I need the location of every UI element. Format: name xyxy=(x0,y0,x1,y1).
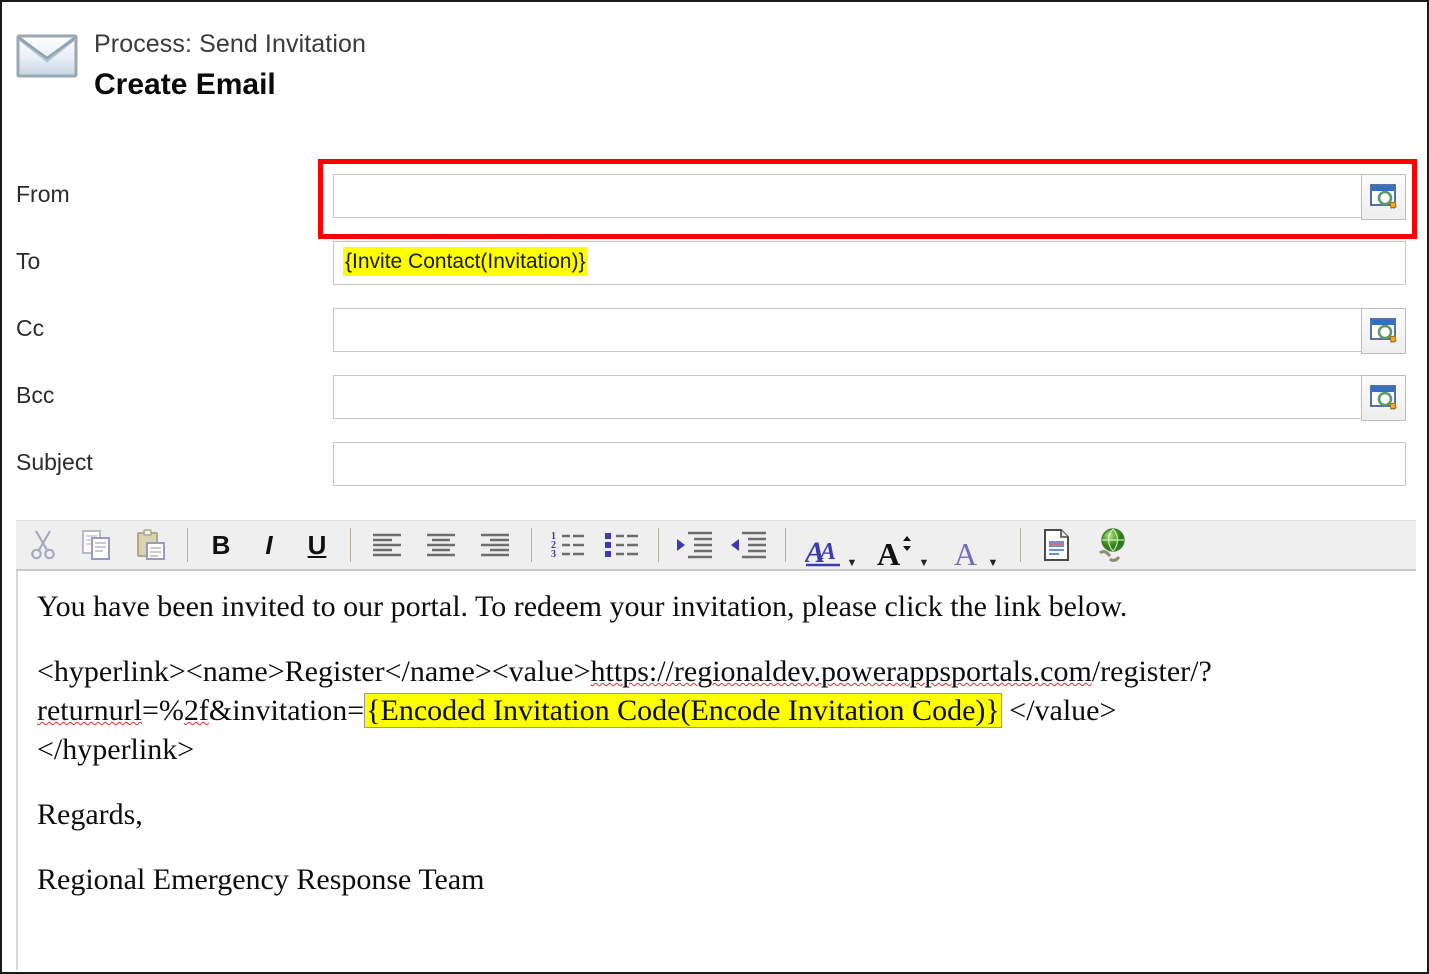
paste-icon[interactable] xyxy=(124,521,178,569)
decrease-indent-icon[interactable] xyxy=(722,521,776,569)
align-right-icon[interactable] xyxy=(468,521,522,569)
bcc-lookup-button[interactable] xyxy=(1361,375,1406,421)
source-view-icon[interactable] xyxy=(1030,521,1084,569)
cc-field[interactable] xyxy=(333,308,1406,354)
from-field[interactable] xyxy=(333,174,1406,220)
toolbar-separator xyxy=(1020,528,1021,562)
process-label: Process: Send Invitation xyxy=(94,30,366,58)
page-header: Process: Send Invitation Create Email xyxy=(2,20,366,102)
form-row-to: To {Invite Contact(Invitation)} xyxy=(2,226,1427,293)
underline-icon[interactable]: U xyxy=(293,521,341,569)
value-close-tag: </value> xyxy=(1009,694,1117,727)
bcc-field[interactable] xyxy=(333,375,1406,421)
bold-icon[interactable]: B xyxy=(197,521,245,569)
url-text-2: /register/? xyxy=(1091,655,1212,688)
font-color-icon[interactable]: A ▼ xyxy=(939,521,1011,569)
svg-text:3: 3 xyxy=(551,549,556,559)
label-bcc: Bcc xyxy=(16,382,55,408)
page-title: Create Email xyxy=(94,68,276,101)
toolbar-separator xyxy=(531,528,532,562)
toolbar-separator xyxy=(785,528,786,562)
toolbar-separator xyxy=(350,528,351,562)
toolbar-separator xyxy=(187,528,188,562)
toolbar-separator xyxy=(658,528,659,562)
svg-text:A: A xyxy=(818,539,836,565)
url-text-6: &invitation= xyxy=(208,694,365,727)
url-text-1: https://regionaldev.powerappsportals.com xyxy=(590,655,1092,688)
subject-field[interactable] xyxy=(333,442,1406,486)
email-form: From To {Invite Contact(Invitation)} Cc … xyxy=(2,159,1427,494)
svg-text:A: A xyxy=(954,536,977,569)
create-email-window: Process: Send Invitation Create Email Fr… xyxy=(0,0,1429,974)
header-text: Process: Send Invitation Create Email xyxy=(94,20,366,102)
align-left-icon[interactable] xyxy=(360,521,414,569)
to-field[interactable]: {Invite Contact(Invitation)} xyxy=(333,241,1406,285)
label-from: From xyxy=(16,181,70,207)
svg-text:A: A xyxy=(877,536,900,569)
cut-icon[interactable] xyxy=(16,521,70,569)
envelope-icon xyxy=(10,20,84,94)
form-row-bcc: Bcc xyxy=(2,360,1427,427)
label-cc: Cc xyxy=(16,315,45,341)
chevron-down-icon: ▼ xyxy=(987,557,999,569)
chevron-down-icon: ▼ xyxy=(846,557,858,569)
email-body-content[interactable]: You have been invited to our portal. To … xyxy=(18,571,1415,899)
insert-link-icon[interactable] xyxy=(1084,521,1138,569)
increase-indent-icon[interactable] xyxy=(668,521,722,569)
numbered-list-icon[interactable]: 123 xyxy=(541,521,595,569)
url-text-3: returnurl xyxy=(37,694,142,727)
italic-icon[interactable]: I xyxy=(245,521,293,569)
align-center-icon[interactable] xyxy=(414,521,468,569)
body-paragraph-signoff: Regards, xyxy=(37,798,143,831)
form-row-subject: Subject xyxy=(2,427,1427,494)
cc-lookup-button[interactable] xyxy=(1361,308,1406,354)
copy-icon[interactable] xyxy=(70,521,124,569)
label-subject: Subject xyxy=(16,449,93,475)
hyperlink-close-tag: </hyperlink> xyxy=(37,733,195,766)
chevron-down-icon: ▼ xyxy=(918,557,930,569)
url-text-5: 2f xyxy=(183,694,209,727)
from-lookup-button[interactable] xyxy=(1361,174,1406,220)
body-paragraph-team: Regional Emergency Response Team xyxy=(37,863,485,896)
rich-text-toolbar: B I U 1 2 3 A A ▼ A ▼ A ▼ xyxy=(16,520,1416,571)
label-to: To xyxy=(16,248,41,274)
invitation-code-token: {Encoded Invitation Code(Encode Invitati… xyxy=(364,693,1002,728)
form-row-from: From xyxy=(2,159,1427,226)
url-text-4: =% xyxy=(141,694,184,727)
font-family-icon[interactable]: A A ▼ xyxy=(795,521,867,569)
email-body-editor[interactable]: You have been invited to our portal. To … xyxy=(16,571,1416,970)
body-paragraph-intro: You have been invited to our portal. To … xyxy=(37,590,1128,623)
font-size-icon[interactable]: A ▼ xyxy=(867,521,939,569)
body-paragraph-hyperlink: <hyperlink><name>Register</name><value>h… xyxy=(37,655,1212,766)
form-row-cc: Cc xyxy=(2,293,1427,360)
to-value: {Invite Contact(Invitation)} xyxy=(343,247,588,276)
bulleted-list-icon[interactable] xyxy=(595,521,649,569)
